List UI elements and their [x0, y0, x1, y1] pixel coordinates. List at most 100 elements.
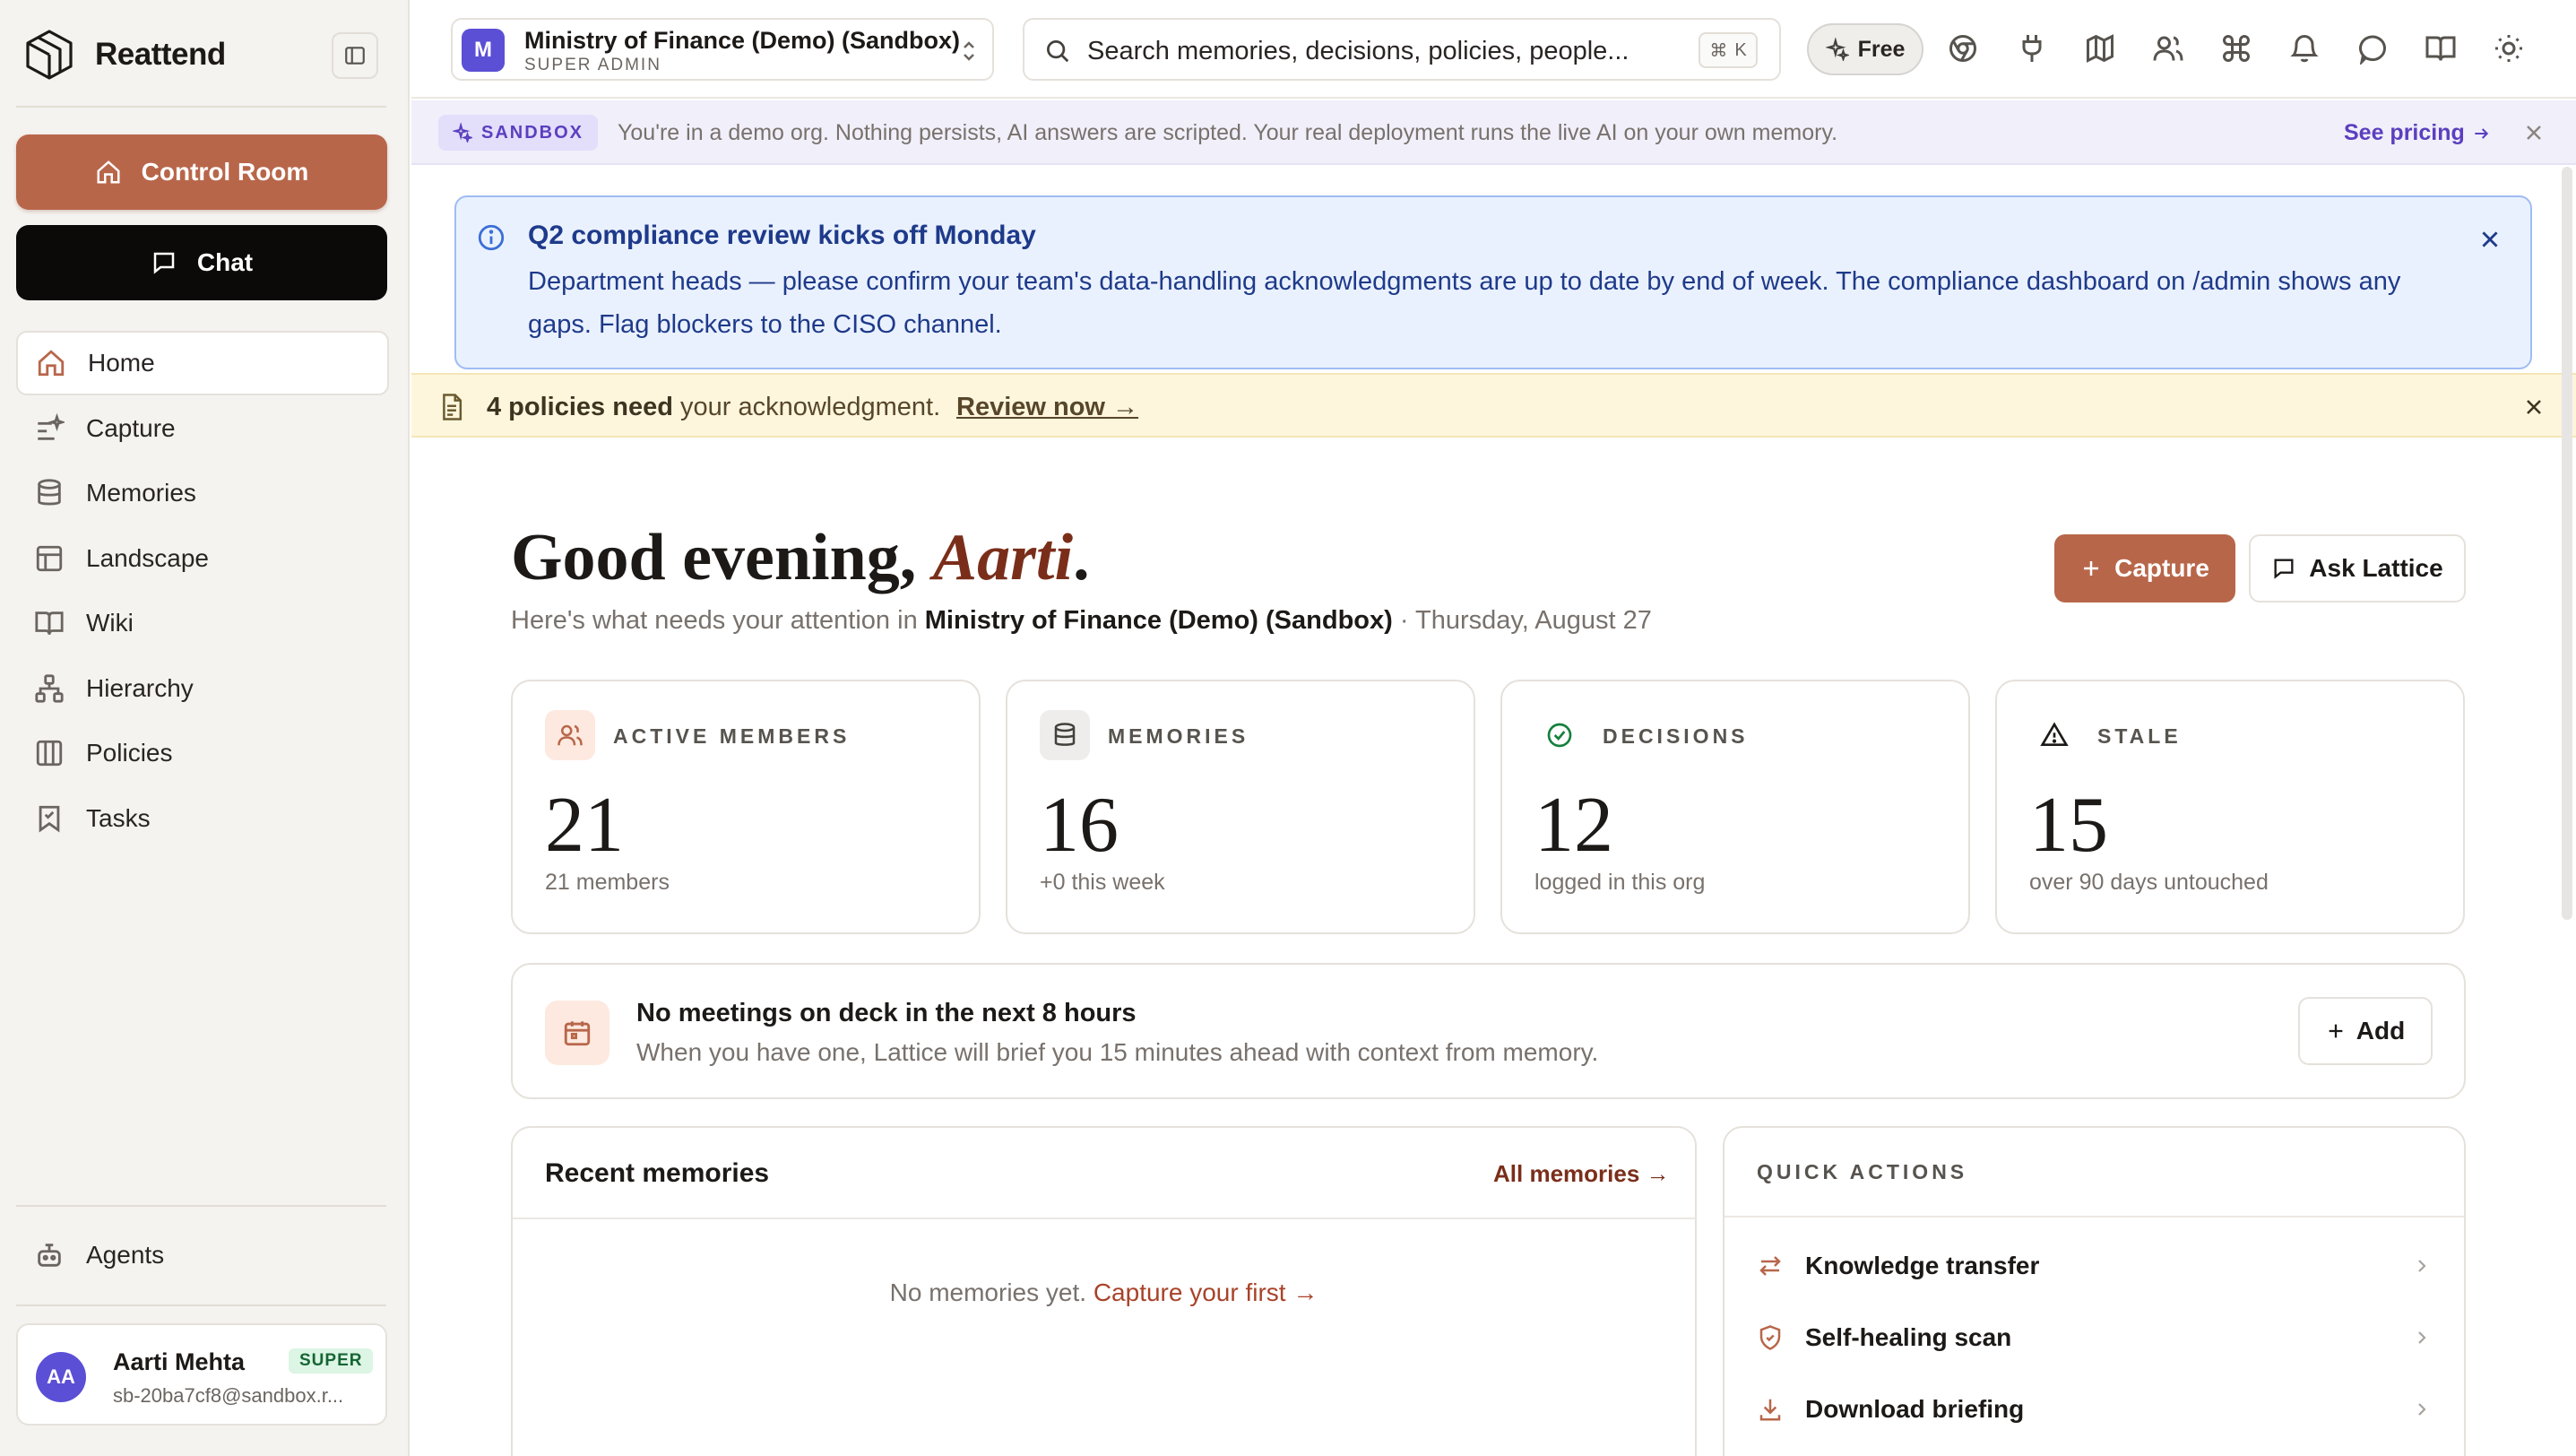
stat-icon-bg [545, 710, 595, 760]
sidebar-item-memories[interactable]: Memories [16, 461, 389, 525]
close-icon[interactable] [2523, 122, 2545, 143]
ask-lattice-button[interactable]: Ask Lattice [2249, 534, 2466, 602]
divider [513, 1218, 1695, 1219]
recent-memories-title: Recent memories [545, 1158, 770, 1188]
home-icon [97, 160, 120, 184]
agent-icon [38, 1244, 61, 1267]
map-icon[interactable] [2084, 32, 2116, 65]
bell-icon[interactable] [2288, 32, 2321, 65]
org-switcher[interactable]: M Ministry of Finance (Demo) (Sandbox) S… [451, 18, 994, 81]
quick-actions-title: QUICK ACTIONS [1757, 1160, 1968, 1183]
stat-value: 15 [2029, 782, 2108, 869]
plug-icon[interactable] [2016, 32, 2048, 65]
empty-state: No memories yet. Capture your first → [513, 1278, 1695, 1307]
stat-icon-bg [1534, 710, 1585, 760]
check-circle-icon [1547, 723, 1572, 748]
divider [16, 106, 386, 108]
chrome-icon[interactable] [1947, 32, 1979, 65]
meetings-title: No meetings on deck in the next 8 hours [636, 999, 1137, 1027]
stat-note: logged in this org [1534, 870, 1706, 895]
stat-card-decisions[interactable]: DECISIONS 12 logged in this org [1500, 680, 1970, 934]
control-room-button[interactable]: Control Room [16, 134, 387, 210]
brand[interactable]: Reattend [25, 29, 226, 81]
stat-note: +0 this week [1040, 870, 1165, 895]
sidebar-item-label: Landscape [86, 543, 210, 572]
sparkle-icon [1825, 38, 1849, 61]
capture-icon [38, 412, 65, 440]
bookmark-check-icon [39, 805, 60, 833]
stat-card-stale[interactable]: STALE 15 over 90 days untouched [1995, 680, 2465, 934]
meetings-card: No meetings on deck in the next 8 hours … [511, 963, 2466, 1099]
avatar: AA [36, 1352, 86, 1402]
sun-icon[interactable] [2493, 32, 2525, 65]
sidebar-item-policies[interactable]: Policies [16, 721, 389, 785]
close-icon[interactable] [2478, 228, 2502, 251]
plan-badge[interactable]: Free [1807, 23, 1923, 75]
capture-first-link[interactable]: Capture your first → [1094, 1278, 1318, 1306]
policy-ack-text: 4 policies need your acknowledgment. [487, 393, 940, 422]
quick-actions-card: QUICK ACTIONS Knowledge transfer Self-he… [1723, 1126, 2466, 1456]
download-icon [1759, 1399, 1781, 1421]
capture-button[interactable]: Capture [2054, 534, 2235, 602]
sidebar-item-tasks[interactable]: Tasks [16, 786, 389, 851]
sidebar-item-agents[interactable]: Agents [16, 1223, 387, 1287]
warning-icon [2040, 722, 2069, 746]
quick-action-label: Download briefing [1805, 1395, 2025, 1423]
greeting: Good evening, Aarti. [511, 520, 1090, 596]
subtitle-org: Ministry of Finance (Demo) (Sandbox) [924, 606, 1393, 635]
sidebar-item-capture[interactable]: Capture [16, 396, 389, 461]
sandbox-tag: SANDBOX [438, 115, 599, 151]
user-card[interactable]: AA Aarti Mehta SUPER sb-20ba7cf8@sandbox… [16, 1323, 387, 1426]
command-icon[interactable] [2220, 32, 2252, 65]
stat-icon-bg [2029, 710, 2079, 760]
plus-icon [2084, 561, 2099, 576]
subtitle-prefix: Here's what needs your attention in [511, 606, 918, 635]
quick-action-download-briefing[interactable]: Download briefing [1757, 1382, 2438, 1436]
arrow-right-icon [2475, 127, 2488, 139]
add-meeting-button[interactable]: Add [2298, 997, 2433, 1065]
sidebar-item-wiki[interactable]: Wiki [16, 591, 389, 655]
all-memories-link[interactable]: All memories → [1493, 1160, 1670, 1188]
stat-card-memories[interactable]: MEMORIES 16 +0 this week [1006, 680, 1475, 934]
stat-icon-bg [1040, 710, 1090, 760]
chat-button[interactable]: Chat [16, 225, 387, 300]
database-icon [38, 479, 61, 506]
message-square-icon [2274, 559, 2294, 579]
book-open-icon[interactable] [2425, 32, 2457, 65]
sidebar-item-landscape[interactable]: Landscape [16, 526, 389, 591]
search-input[interactable]: Search memories, decisions, policies, pe… [1023, 18, 1781, 81]
quick-action-self-healing-scan[interactable]: Self-healing scan [1757, 1311, 2438, 1365]
quick-action-knowledge-transfer[interactable]: Knowledge transfer [1757, 1239, 2438, 1293]
sidebar-item-label: Memories [86, 479, 196, 507]
sidebar-item-home[interactable]: Home [16, 331, 389, 395]
stat-value: 21 [545, 782, 624, 869]
database-icon [1054, 723, 1076, 746]
divider [16, 1304, 386, 1306]
stat-label: MEMORIES [1108, 724, 1249, 748]
scrollbar[interactable] [2562, 167, 2572, 920]
stat-card-active-members[interactable]: ACTIVE MEMBERS 21 21 members [511, 680, 981, 934]
chevron-right-icon [2418, 1403, 2426, 1416]
search-placeholder: Search memories, decisions, policies, pe… [1087, 37, 1629, 65]
collapse-sidebar-button[interactable] [332, 32, 378, 79]
book-icon [35, 611, 64, 635]
sidebar-item-hierarchy[interactable]: Hierarchy [16, 656, 389, 721]
quick-action-label: Knowledge transfer [1805, 1252, 2040, 1279]
see-pricing-link[interactable]: See pricing [2344, 120, 2490, 146]
users-icon[interactable] [2152, 32, 2184, 65]
sidebar-item-label: Home [88, 349, 155, 377]
stat-label: STALE [2097, 724, 2182, 748]
review-now-link[interactable]: Review now → [956, 393, 1138, 422]
add-label: Add [2356, 1017, 2406, 1044]
message-circle-icon[interactable] [2356, 32, 2389, 65]
quick-action-label: Self-healing scan [1805, 1323, 2012, 1351]
transfer-icon [1759, 1256, 1781, 1276]
stat-label: DECISIONS [1603, 724, 1749, 748]
sandbox-tag-label: SANDBOX [481, 122, 584, 143]
top-bar: M Ministry of Finance (Demo) (Sandbox) S… [411, 0, 2576, 99]
org-role: SUPER ADMIN [524, 56, 661, 74]
policy-ack-banner: 4 policies need your acknowledgment. Rev… [411, 373, 2576, 438]
close-icon[interactable] [2523, 396, 2545, 418]
greeting-name: Aarti [932, 521, 1074, 594]
sidebar-item-label: Tasks [86, 803, 151, 832]
